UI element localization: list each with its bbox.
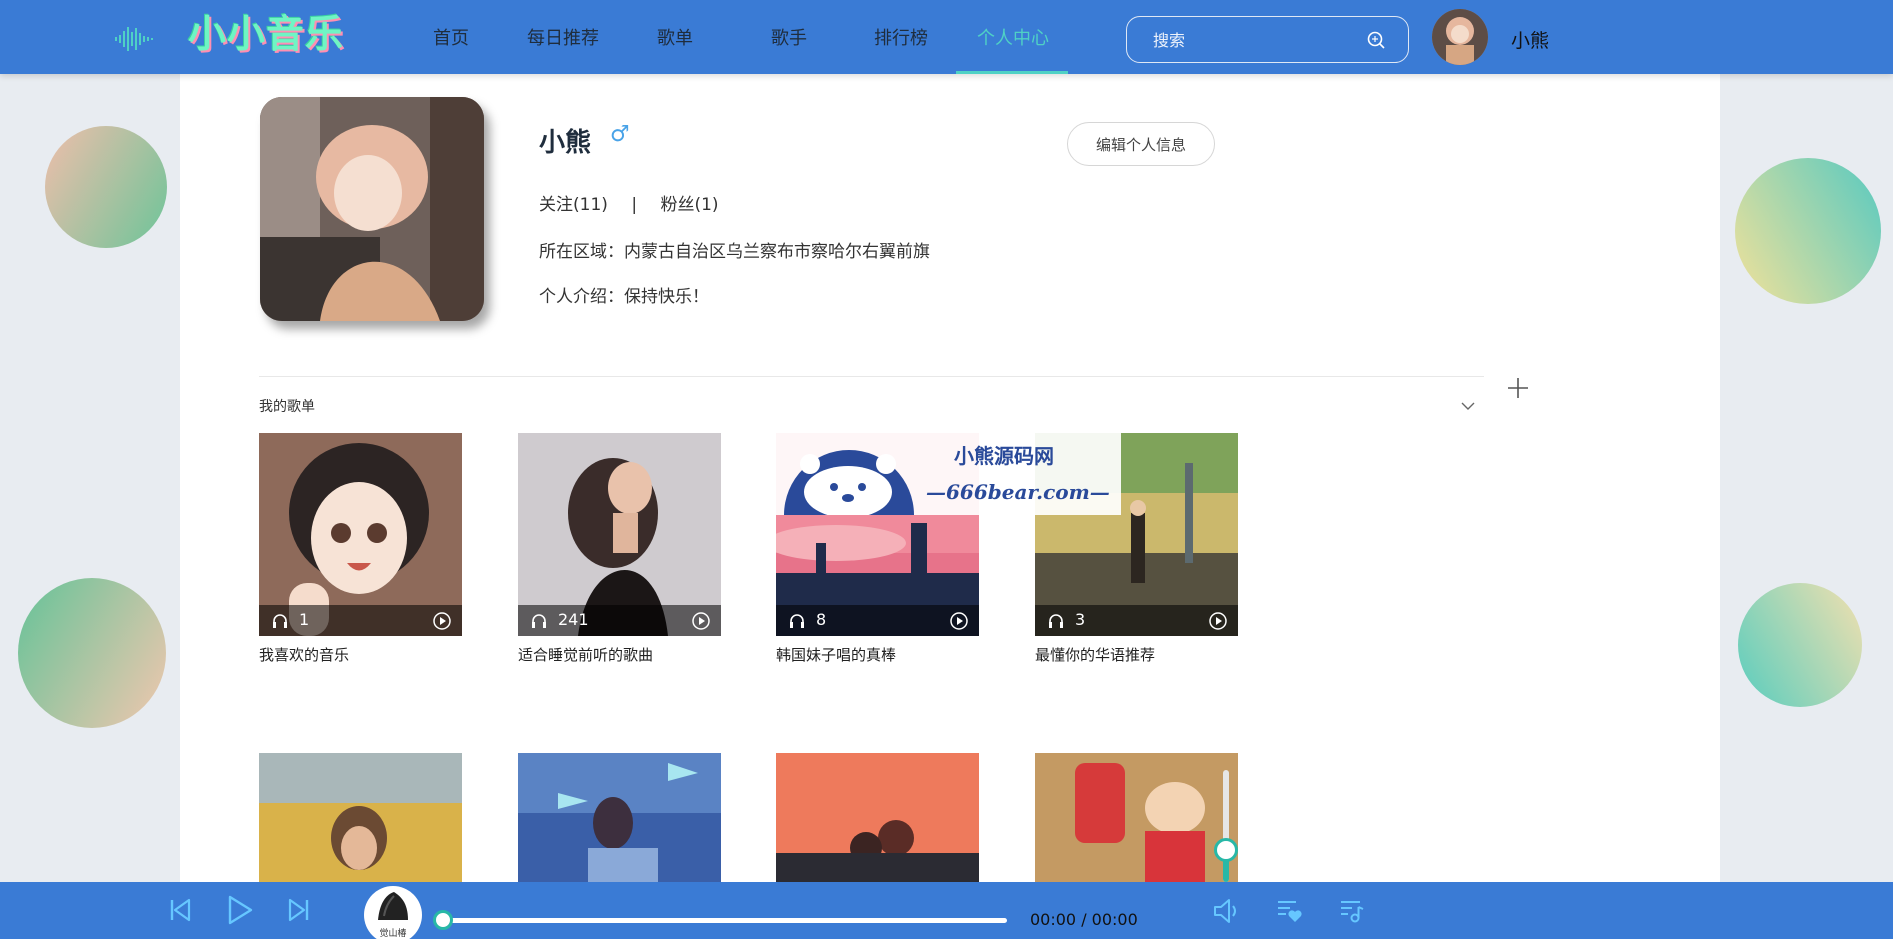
play-count: 3: [1075, 610, 1086, 629]
playlist-title[interactable]: 适合睡觉前听的歌曲: [518, 644, 721, 665]
now-playing-cover[interactable]: 觉山椿: [364, 886, 422, 939]
decor-bubble-left-top: [45, 126, 167, 248]
sound-wave-icon: [115, 27, 153, 51]
headphones-icon: [273, 614, 287, 628]
progress-handle[interactable]: [433, 910, 453, 930]
play-count: 8: [816, 610, 827, 629]
playlist-cover[interactable]: [518, 753, 721, 882]
playlist-card[interactable]: [259, 753, 462, 882]
header-username[interactable]: 小熊: [1511, 26, 1549, 53]
active-nav-indicator: [956, 71, 1068, 74]
playlist-card[interactable]: [518, 753, 721, 882]
nav-charts[interactable]: 排行榜: [856, 0, 946, 74]
user-avatar[interactable]: [1432, 9, 1488, 65]
fans-count[interactable]: 粉丝(1): [660, 195, 718, 215]
volume-slider-handle[interactable]: [1214, 838, 1238, 862]
play-count: 241: [558, 610, 589, 629]
profile-avatar: [260, 97, 484, 321]
volume-icon[interactable]: [1212, 896, 1242, 926]
play-count: 1: [299, 610, 310, 629]
profile-name: 小熊: [539, 128, 592, 158]
playlist-title[interactable]: 最懂你的华语推荐: [1035, 644, 1238, 665]
watermark-banner: 小熊源码网 —666bear.com—: [776, 432, 1121, 515]
playlist-card[interactable]: 1 我喜欢的音乐: [259, 433, 462, 665]
play-circle-icon[interactable]: [949, 611, 969, 631]
playlist-cover[interactable]: [776, 753, 979, 882]
play-icon[interactable]: [226, 894, 254, 926]
nav-personal-center[interactable]: 个人中心: [962, 0, 1064, 74]
bear-logo-icon: [784, 450, 914, 515]
playlist-cover[interactable]: 1: [259, 433, 462, 636]
playlist-card[interactable]: [776, 753, 979, 882]
stats-separator: |: [631, 195, 638, 215]
play-circle-icon[interactable]: [691, 611, 711, 631]
decor-bubble-right-top: [1735, 158, 1881, 304]
liked-playlist-icon[interactable]: [1276, 896, 1304, 924]
decor-bubble-left-bottom: [18, 578, 166, 728]
playback-time: 00:00 / 00:00: [1030, 910, 1138, 929]
watermark-text-url: —666bear.com—: [926, 480, 1110, 504]
previous-track-icon[interactable]: [168, 896, 192, 924]
nav-daily-recommend[interactable]: 每日推荐: [512, 0, 614, 74]
playlist-card[interactable]: 241 适合睡觉前听的歌曲: [518, 433, 721, 665]
watermark-text-cn: 小熊源码网: [954, 444, 1054, 468]
profile-intro: 个人介绍：保持快乐！: [539, 287, 709, 307]
headphones-icon: [532, 614, 546, 628]
section-divider: [259, 376, 1484, 377]
playlist-cover[interactable]: [1035, 753, 1238, 882]
music-player-bar: 觉山椿 00:00 / 00:00: [0, 882, 1893, 939]
profile-region: 所在区域：内蒙古自治区乌兰察布市察哈尔右翼前旗: [539, 242, 930, 262]
following-count[interactable]: 关注(11): [539, 195, 608, 215]
play-queue-icon[interactable]: [1338, 896, 1366, 924]
headphones-icon: [1049, 614, 1063, 628]
play-circle-icon[interactable]: [432, 611, 452, 631]
male-gender-icon: ♂: [610, 122, 630, 147]
my-playlists-title: 我的歌单: [259, 399, 315, 415]
add-playlist-icon[interactable]: [1506, 376, 1530, 400]
nav-home[interactable]: 首页: [410, 0, 492, 74]
headphones-icon: [790, 614, 804, 628]
play-circle-icon[interactable]: [1208, 611, 1228, 631]
playlist-title[interactable]: 韩国妹子唱的真棒: [776, 644, 979, 665]
search-box: [1126, 16, 1409, 63]
search-icon[interactable]: [1366, 30, 1386, 50]
app-logo[interactable]: 小小音乐: [188, 8, 344, 60]
nav-playlists[interactable]: 歌单: [634, 0, 716, 74]
nav-singers[interactable]: 歌手: [748, 0, 830, 74]
top-navigation-bar: 小小音乐 首页 每日推荐 歌单 歌手 排行榜 个人中心 小熊: [0, 0, 1893, 74]
chevron-down-icon[interactable]: [1460, 398, 1476, 414]
playlist-card[interactable]: [1035, 753, 1238, 882]
playlist-cover[interactable]: [259, 753, 462, 882]
search-input[interactable]: [1153, 27, 1353, 53]
playlist-cover[interactable]: 241: [518, 433, 721, 636]
progress-bar[interactable]: [441, 918, 1007, 923]
follow-stats: 关注(11) | 粉丝(1): [539, 190, 737, 215]
next-track-icon[interactable]: [287, 896, 311, 924]
now-playing-label: 觉山椿: [379, 929, 407, 939]
decor-bubble-right-bottom: [1738, 583, 1862, 707]
playlist-title[interactable]: 我喜欢的音乐: [259, 644, 462, 665]
edit-profile-button[interactable]: 编辑个人信息: [1067, 122, 1215, 166]
